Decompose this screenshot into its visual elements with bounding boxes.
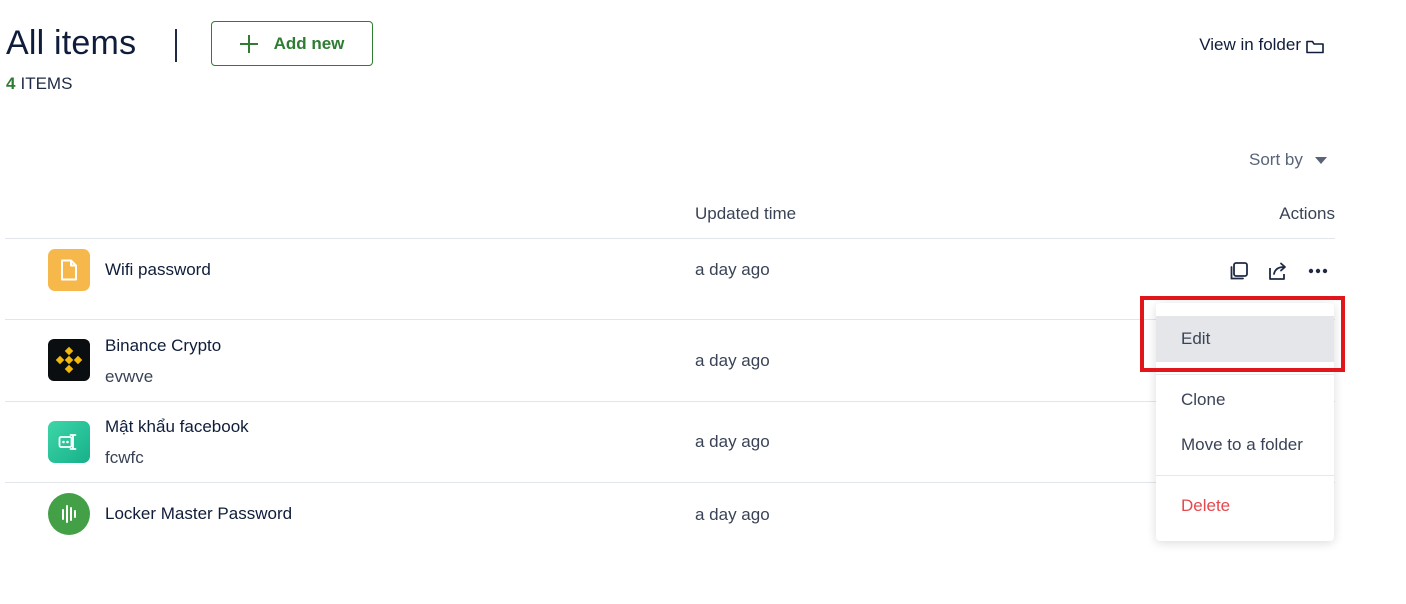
item-count-label: ITEMS [20,74,73,93]
item-updated-time: a day ago [695,432,770,451]
item-title[interactable]: Locker Master Password [105,504,292,524]
add-new-label: Add new [273,33,345,53]
sort-by-dropdown[interactable]: Sort by [1249,150,1327,170]
item-updated-time: a day ago [695,505,770,524]
more-options-menu: Edit Clone Move to a folder Delete [1156,303,1334,541]
password-card-icon [48,421,90,463]
share-icon[interactable] [1267,260,1289,282]
item-updated-time: a day ago [695,260,770,279]
binance-logo-icon [48,339,90,381]
table-divider [5,238,1335,239]
add-new-button[interactable]: Add new [211,21,373,66]
caret-down-icon [1314,156,1327,164]
view-in-folder-button[interactable]: View in folder [1199,35,1324,55]
item-count: 4 ITEMS [6,74,72,94]
menu-item-edit[interactable]: Edit [1156,316,1334,362]
row-divider [5,401,1335,402]
menu-item-move-to-folder[interactable]: Move to a folder [1156,422,1334,468]
item-subtitle: fcwfc [105,448,144,467]
item-title[interactable]: Binance Crypto [105,336,221,356]
item-count-number: 4 [6,74,16,93]
item-updated-time: a day ago [695,351,770,370]
locker-logo-icon [48,493,90,535]
column-header-updated: Updated time [695,204,797,223]
item-subtitle: evwve [105,367,154,386]
plus-icon [239,34,258,53]
row-divider [5,319,1335,320]
copy-icon[interactable] [1228,260,1250,282]
file-icon [48,249,90,291]
more-options-icon[interactable] [1307,260,1329,282]
menu-item-clone[interactable]: Clone [1156,377,1334,423]
menu-item-delete[interactable]: Delete [1156,483,1334,529]
sort-by-label: Sort by [1249,150,1303,169]
menu-separator [1156,374,1334,375]
folder-icon [1306,39,1324,53]
row-divider [5,482,1335,483]
menu-separator [1156,475,1334,476]
column-header-actions: Actions [1279,204,1335,223]
item-title[interactable]: Wifi password [105,260,211,280]
view-in-folder-label: View in folder [1199,35,1301,54]
title-divider [175,29,177,62]
page-title: All items [6,24,137,62]
item-title[interactable]: Mật khẩu facebook [105,417,249,437]
